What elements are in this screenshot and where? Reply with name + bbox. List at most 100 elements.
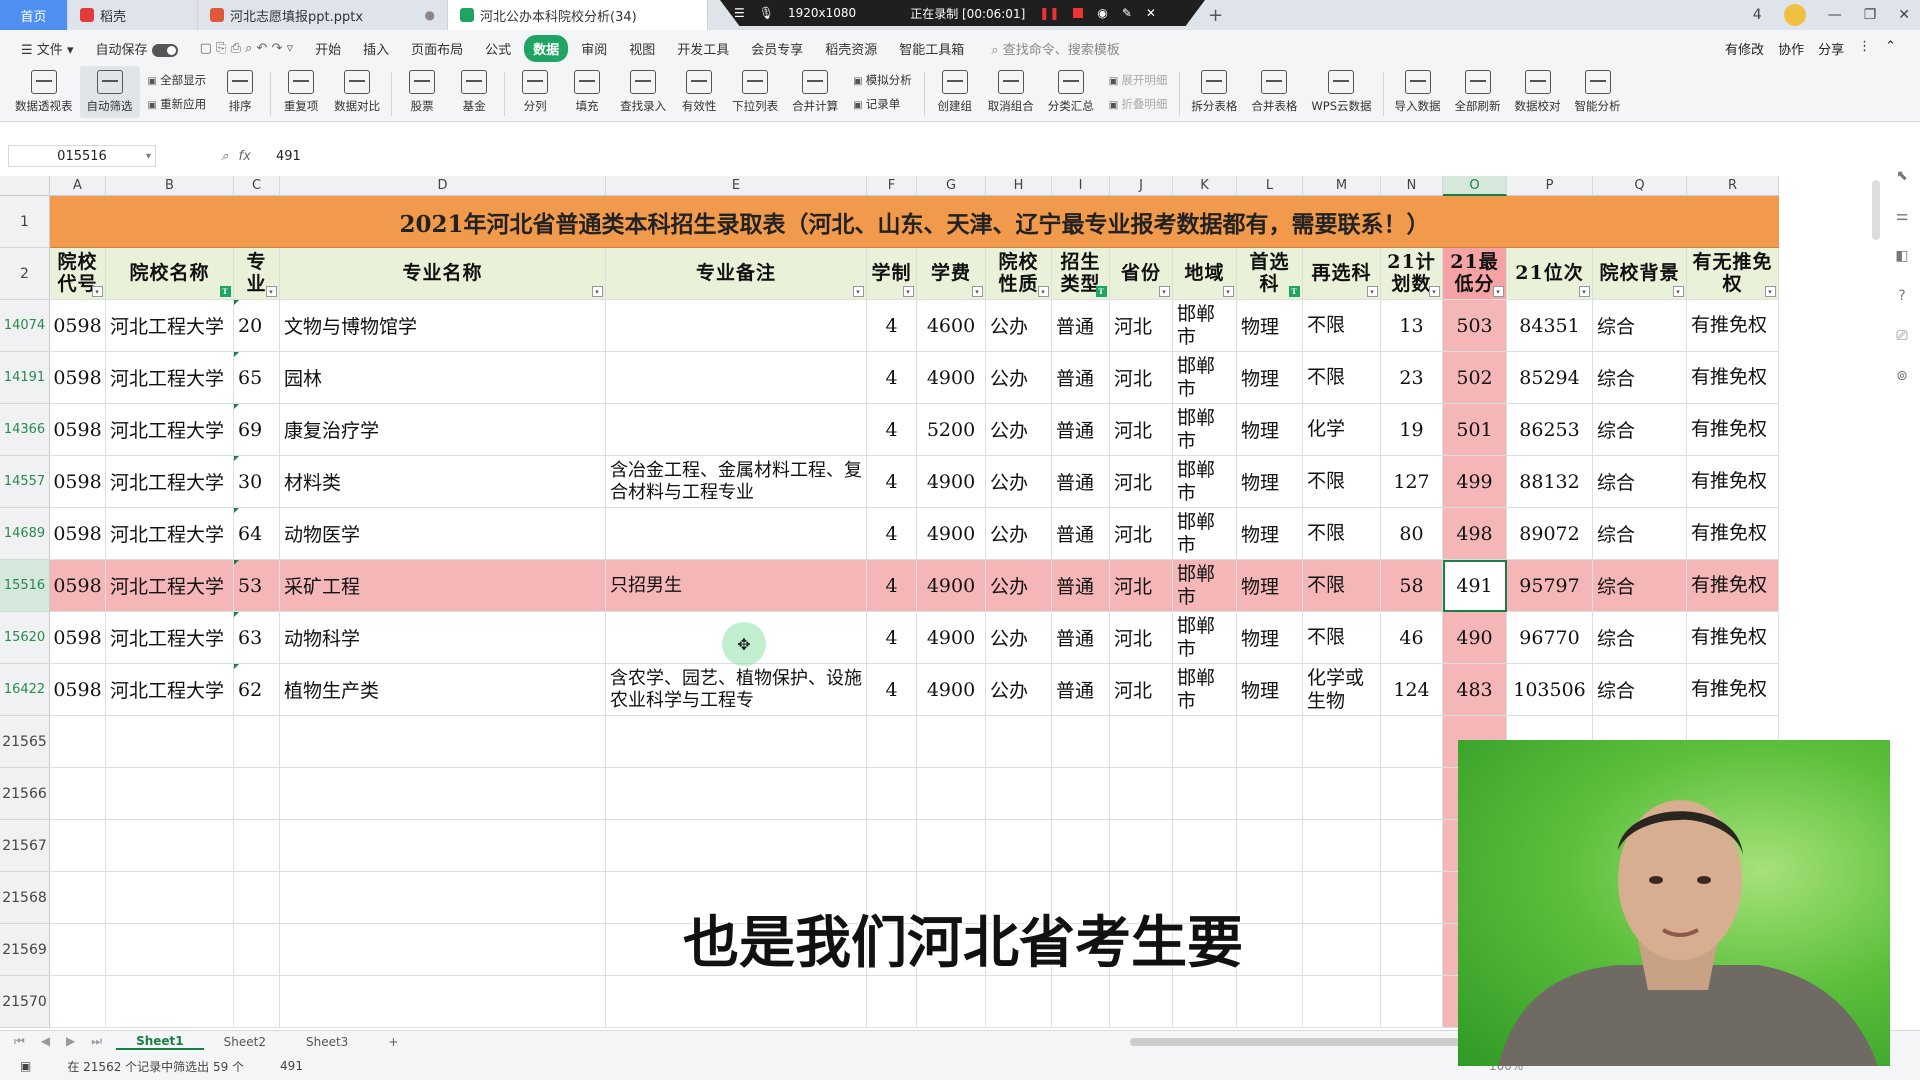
filter-dropdown-icon[interactable]: ▾ — [92, 286, 103, 297]
filter-dropdown-icon[interactable]: ▾ — [1493, 286, 1504, 297]
table-cell[interactable]: 有推免权 — [1687, 612, 1779, 664]
empty-cell[interactable] — [106, 768, 234, 820]
fill-button[interactable]: 填充 — [561, 66, 613, 114]
table-cell[interactable]: 河北工程大学 — [106, 300, 234, 352]
table-cell[interactable]: 公办 — [986, 560, 1052, 612]
table-cell[interactable]: 物理 — [1237, 352, 1303, 404]
menu-item-layout[interactable]: 页面布局 — [402, 35, 472, 62]
table-cell[interactable]: 不限 — [1303, 612, 1381, 664]
sheet-tab-3[interactable]: Sheet3 — [286, 1035, 368, 1049]
merge-table-button[interactable]: 合并表格 — [1244, 66, 1304, 114]
validation-button[interactable]: 有效性 — [673, 66, 725, 114]
collapse-icon[interactable]: ⌃ — [1885, 39, 1896, 58]
min-score-cell[interactable]: 499 — [1443, 456, 1507, 508]
empty-cell[interactable] — [867, 820, 917, 872]
table-cell[interactable]: 河北 — [1110, 300, 1173, 352]
table-cell[interactable]: 邯郸市 — [1173, 456, 1237, 508]
table-cell[interactable]: 4 — [867, 664, 917, 716]
avatar[interactable] — [1783, 4, 1806, 26]
empty-cell[interactable] — [280, 924, 606, 976]
empty-cell[interactable] — [1303, 820, 1381, 872]
file-menu[interactable]: ☰ 文件 ▾ — [12, 35, 82, 62]
table-cell[interactable]: 综合 — [1593, 404, 1687, 456]
row-header[interactable]: 14074 — [0, 300, 50, 352]
table-cell[interactable]: 河北 — [1110, 664, 1173, 716]
table-cell[interactable]: 103506 — [1507, 664, 1593, 716]
horizontal-scrollbar[interactable] — [1130, 1038, 1460, 1046]
min-score-cell[interactable]: 501 — [1443, 404, 1507, 456]
table-cell[interactable]: 公办 — [986, 300, 1052, 352]
table-cell[interactable]: 4900 — [917, 560, 986, 612]
table-cell[interactable]: 普通 — [1052, 352, 1110, 404]
zoom-icon[interactable]: ⌕ — [221, 149, 228, 164]
empty-cell[interactable] — [50, 924, 106, 976]
table-cell[interactable]: 公办 — [986, 456, 1052, 508]
empty-cell[interactable] — [234, 872, 280, 924]
table-cell[interactable]: 88132 — [1507, 456, 1593, 508]
empty-cell[interactable] — [1381, 716, 1443, 768]
table-cell[interactable]: 河北工程大学 — [106, 404, 234, 456]
table-cell[interactable]: 0598 — [50, 664, 106, 716]
prev-sheet-icon[interactable]: ◀ — [41, 1034, 50, 1049]
row-header[interactable]: 14191 — [0, 352, 50, 404]
empty-cell[interactable] — [234, 924, 280, 976]
column-header-i[interactable]: I — [1052, 176, 1110, 196]
table-cell[interactable]: 植物生产类 — [280, 664, 606, 716]
empty-cell[interactable] — [867, 716, 917, 768]
table-cell[interactable]: 含冶金工程、金属材料工程、复合材料与工程专业 — [606, 456, 867, 508]
empty-cell[interactable] — [1052, 768, 1110, 820]
empty-cell[interactable] — [1381, 820, 1443, 872]
empty-cell[interactable] — [1052, 820, 1110, 872]
column-header-l[interactable]: L — [1237, 176, 1303, 196]
empty-cell[interactable] — [1237, 872, 1303, 924]
sheet-tab-2[interactable]: Sheet2 — [204, 1035, 286, 1049]
table-cell[interactable]: 4900 — [917, 664, 986, 716]
table-cell[interactable]: 物理 — [1237, 560, 1303, 612]
split-table-button[interactable]: 拆分表格 — [1184, 66, 1244, 114]
menu-item-dev[interactable]: 开发工具 — [668, 35, 738, 62]
table-cell[interactable]: 园林 — [280, 352, 606, 404]
empty-cell[interactable] — [1173, 820, 1237, 872]
table-cell[interactable]: 4 — [867, 456, 917, 508]
min-score-cell[interactable]: 483 — [1443, 664, 1507, 716]
name-box[interactable]: 015516 — [8, 145, 156, 167]
table-cell[interactable]: 公办 — [986, 404, 1052, 456]
restore-icon[interactable]: ❐ — [1864, 7, 1877, 23]
empty-cell[interactable] — [867, 976, 917, 1028]
table-cell[interactable]: 河北工程大学 — [106, 456, 234, 508]
close-icon[interactable]: ✕ — [1898, 7, 1910, 23]
empty-cell[interactable] — [1110, 768, 1173, 820]
location-icon[interactable]: ⊚ — [1896, 368, 1908, 384]
empty-cell[interactable] — [1303, 924, 1381, 976]
table-cell[interactable]: 127 — [1381, 456, 1443, 508]
empty-cell[interactable] — [1381, 924, 1443, 976]
empty-cell[interactable] — [106, 716, 234, 768]
menu-icon[interactable]: ☰ — [734, 6, 745, 20]
table-cell[interactable]: 有推免权 — [1687, 508, 1779, 560]
filter-dropdown-icon[interactable]: ▾ — [1159, 286, 1170, 297]
table-cell[interactable]: 邯郸市 — [1173, 352, 1237, 404]
table-cell[interactable]: 综合 — [1593, 560, 1687, 612]
modified-button[interactable]: 有修改 — [1725, 39, 1764, 58]
filter-dropdown-icon[interactable]: ▾ — [1429, 286, 1440, 297]
table-cell[interactable]: 84351 — [1507, 300, 1593, 352]
row-header[interactable]: 14689 — [0, 508, 50, 560]
table-cell[interactable]: 不限 — [1303, 352, 1381, 404]
filter-dropdown-icon[interactable]: ▾ — [1223, 286, 1234, 297]
tab-home[interactable]: 首页 — [0, 0, 68, 30]
table-cell[interactable]: 4 — [867, 404, 917, 456]
table-cell[interactable]: 有推免权 — [1687, 404, 1779, 456]
menu-item-tools[interactable]: 智能工具箱 — [890, 35, 973, 62]
empty-cell[interactable] — [1303, 872, 1381, 924]
split-column-button[interactable]: 分列 — [509, 66, 561, 114]
table-cell[interactable]: 邯郸市 — [1173, 404, 1237, 456]
tab-sheet-file[interactable]: 河北公办本科院校分析(34) — [448, 0, 708, 30]
menu-item-formula[interactable]: 公式 — [476, 35, 520, 62]
column-header-p[interactable]: P — [1507, 176, 1593, 196]
table-cell[interactable]: 不限 — [1303, 456, 1381, 508]
tab-daoke[interactable]: 稻壳 — [68, 0, 198, 30]
empty-cell[interactable] — [280, 820, 606, 872]
table-cell[interactable]: 化学 — [1303, 404, 1381, 456]
autosave-toggle[interactable]: 自动保存 — [86, 35, 186, 62]
active-filter-icon[interactable]: T — [1289, 286, 1300, 297]
